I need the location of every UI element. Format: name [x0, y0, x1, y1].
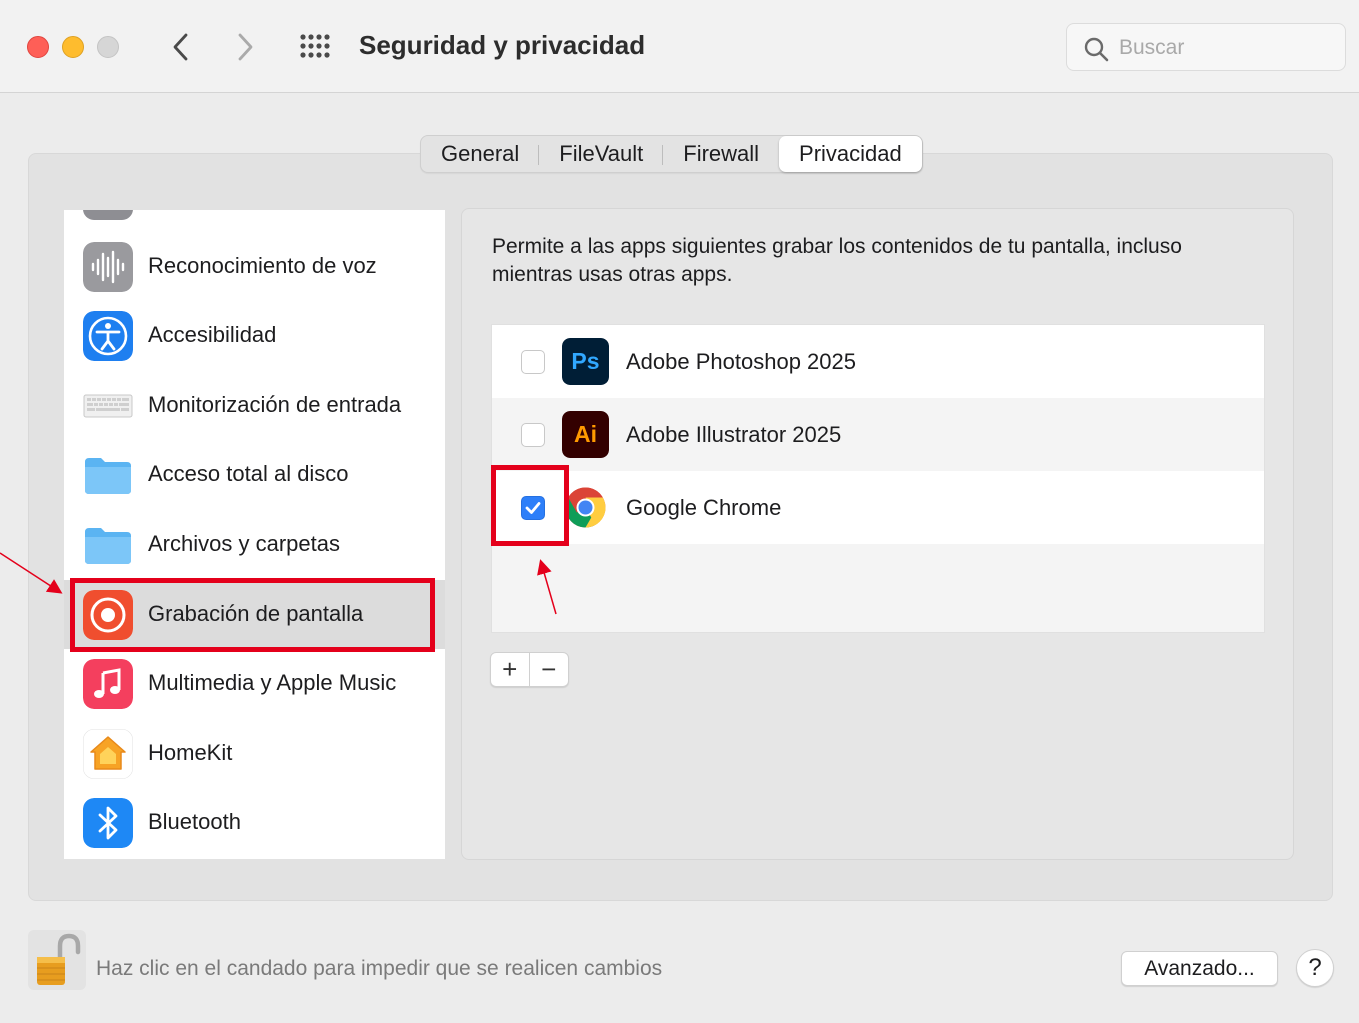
search-field[interactable]: Buscar — [1066, 23, 1346, 71]
cutoff-icon — [83, 210, 133, 220]
sidebar-item-label: Acceso total al disco — [148, 461, 349, 486]
svg-text:Ai: Ai — [574, 421, 597, 447]
svg-text:Ps: Ps — [571, 348, 599, 374]
sidebar-item-homekit[interactable]: HomeKit — [64, 719, 445, 788]
tab-bar: General FileVault Firewall Privacidad — [420, 135, 923, 173]
waveform-icon — [83, 242, 133, 292]
lock-button[interactable] — [28, 930, 86, 990]
grid-icon — [300, 34, 330, 58]
app-name: Adobe Illustrator 2025 — [626, 422, 842, 447]
lock-hint-text: Haz clic en el candado para impedir que … — [96, 957, 663, 980]
back-button[interactable] — [166, 28, 196, 66]
privacy-sidebar[interactable]: Reconocimiento de voz Accesibilidad Moni… — [64, 210, 445, 859]
app-list[interactable]: Ps Adobe Photoshop 2025 Ai Adobe Illustr… — [491, 324, 1265, 633]
app-name: Adobe Photoshop 2025 — [626, 349, 856, 374]
add-app-button[interactable]: + — [491, 653, 530, 686]
accessibility-icon — [83, 311, 133, 361]
advanced-button[interactable]: Avanzado... — [1121, 951, 1278, 986]
app-name: Google Chrome — [626, 495, 782, 520]
sidebar-item-monitorizacion-de-entrada[interactable]: Monitorización de entrada — [64, 371, 445, 440]
sidebar-item-label: Monitorización de entrada — [148, 392, 402, 417]
sidebar-item-label: Archivos y carpetas — [148, 531, 340, 556]
tab-privacidad[interactable]: Privacidad — [779, 136, 922, 172]
tab-firewall[interactable]: Firewall — [663, 136, 779, 172]
photoshop-icon: Ps — [562, 338, 609, 385]
sidebar-item-label: HomeKit — [148, 740, 233, 765]
help-button[interactable]: ? — [1296, 949, 1334, 987]
remove-app-button[interactable]: − — [530, 653, 569, 686]
sidebar-item-accesibilidad[interactable]: Accesibilidad — [64, 301, 445, 370]
app-row-chrome[interactable]: Google Chrome — [492, 471, 1264, 544]
chevron-left-icon — [173, 33, 188, 61]
tab-filevault[interactable]: FileVault — [539, 136, 664, 172]
chrome-icon — [565, 487, 606, 528]
app-row-photoshop[interactable]: Ps Adobe Photoshop 2025 — [492, 325, 1264, 398]
close-window-button[interactable] — [27, 36, 49, 58]
checkbox-highlight-box — [491, 465, 569, 546]
forward-button[interactable] — [230, 28, 260, 66]
minimize-window-button[interactable] — [62, 36, 84, 58]
app-checkbox[interactable] — [521, 423, 545, 447]
description-text: Permite a las apps siguientes grabar los… — [492, 235, 1182, 286]
search-icon — [1084, 37, 1109, 62]
keyboard-icon — [83, 394, 133, 418]
zoom-window-button[interactable] — [97, 36, 119, 58]
tab-general[interactable]: General — [421, 136, 540, 172]
selection-highlight-box — [70, 578, 435, 652]
app-checkbox[interactable] — [521, 350, 545, 374]
search-placeholder: Buscar — [1119, 36, 1185, 59]
sidebar-item-archivos-y-carpetas[interactable]: Archivos y carpetas — [64, 510, 445, 579]
chevron-right-icon — [238, 33, 253, 61]
folder-icon — [85, 528, 131, 564]
illustrator-icon: Ai — [562, 411, 609, 458]
sidebar-item-multimedia-y-apple-music[interactable]: Multimedia y Apple Music — [64, 649, 445, 718]
folder-icon — [85, 458, 131, 494]
sidebar-item-label: Accesibilidad — [148, 322, 277, 347]
sidebar-item-bluetooth[interactable]: Bluetooth — [64, 788, 445, 857]
sidebar-item-acceso-total-al-disco[interactable]: Acceso total al disco — [64, 440, 445, 509]
sidebar-item-reconocimiento-de-voz[interactable]: Reconocimiento de voz — [64, 232, 445, 301]
music-icon — [83, 659, 133, 709]
window-title: Seguridad y privacidad — [359, 30, 646, 60]
unlocked-padlock-icon — [28, 930, 86, 990]
add-remove-buttons: + − — [490, 652, 569, 687]
sidebar-item-label: Multimedia y Apple Music — [148, 670, 397, 695]
app-row-empty — [492, 544, 1264, 617]
sidebar-item-label: Bluetooth — [148, 809, 241, 834]
app-row-illustrator[interactable]: Ai Adobe Illustrator 2025 — [492, 398, 1264, 471]
title-bar: Seguridad y privacidad Buscar — [0, 0, 1359, 93]
show-all-button[interactable] — [298, 32, 334, 62]
bluetooth-icon — [83, 798, 133, 848]
home-icon — [83, 729, 133, 779]
sidebar-item-label: Reconocimiento de voz — [148, 253, 377, 278]
